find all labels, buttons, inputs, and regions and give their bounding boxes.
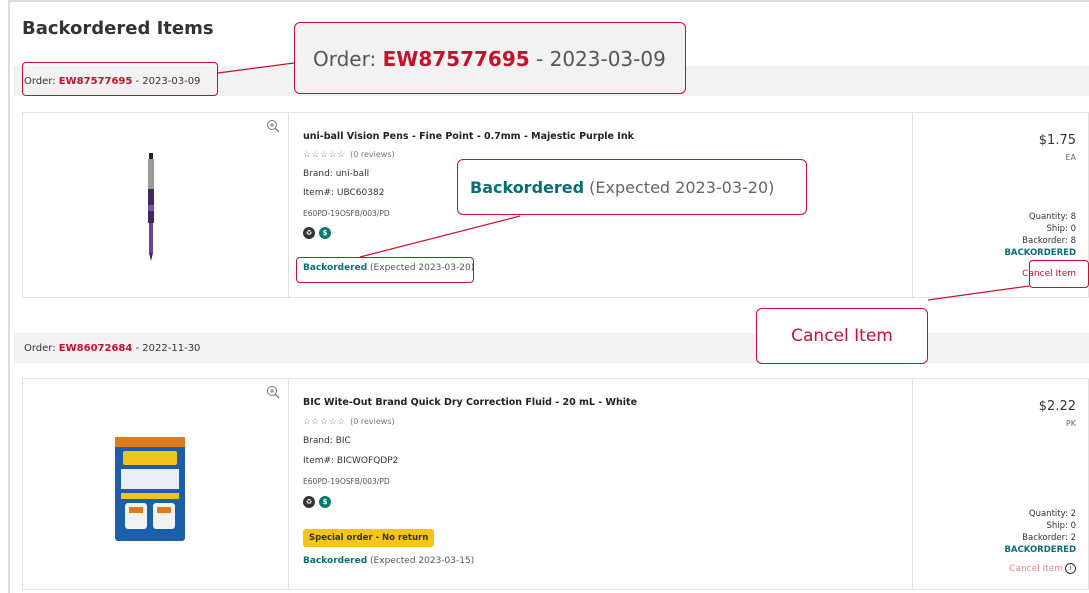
cancel-callout-text: Cancel Item [791,326,893,346]
zoom-icon[interactable] [266,385,280,399]
recycled-icon: ♻ [303,227,315,239]
product-brand: Brand: uni-ball [303,169,370,179]
cancel-item-button[interactable]: Cancel Item i [1009,563,1076,574]
pen-image [148,153,154,261]
product-image-area[interactable] [23,379,289,589]
product-item-number: Item#: BICWOFQDP2 [303,456,399,466]
cancel-highlight-box [1029,260,1089,288]
order-item-card: BIC Wite-Out Brand Quick Dry Correction … [22,378,1089,590]
item-unit: PK [1065,419,1076,428]
item-unit: EA [1065,153,1076,162]
info-icon[interactable]: i [1065,563,1076,574]
status-callout: Backordered (Expected 2023-03-20) [457,159,807,215]
badge-row: ♻ $ [303,496,331,508]
order-date: 2022-11-30 [142,343,201,354]
quantity-summary: Quantity: 2 Ship: 0 Backorder: 2 BACKORD… [1004,509,1076,555]
zoom-icon[interactable] [266,119,280,133]
order-callout: Order: EW87577695 - 2023-03-09 [294,22,686,94]
order-header-text: Order: EW86072684 - 2022-11-30 [24,343,201,354]
product-title[interactable]: BIC Wite-Out Brand Quick Dry Correction … [303,397,637,408]
product-brand: Brand: BIC [303,436,351,446]
product-code: E60PD-19OSFB/003/PD [303,477,390,486]
quantity-summary: Quantity: 8 Ship: 0 Backorder: 8 BACKORD… [1004,212,1076,256]
order-number[interactable]: EW86072684 [59,343,133,354]
product-title[interactable]: uni-ball Vision Pens - Fine Point - 0.7m… [303,131,634,142]
order-highlight-box [22,62,218,96]
review-count: (0 reviews) [350,150,395,159]
rating-stars[interactable]: ☆☆☆☆☆ (0 reviews) [303,417,395,427]
product-image-area[interactable] [23,113,289,297]
wite-out-package-image [115,437,185,541]
item-price: $1.75 [1038,133,1076,148]
page-title: Backordered Items [22,18,214,39]
item-price: $2.22 [1038,399,1076,414]
special-order-badge: Special order - No return [303,529,435,547]
rating-stars[interactable]: ☆☆☆☆☆ (0 reviews) [303,150,395,160]
review-count: (0 reviews) [350,417,395,426]
order-callout-text: Order: EW87577695 - 2023-03-09 [313,47,666,71]
product-code: E60PD-19OSFB/003/PD [303,209,390,218]
cancel-callout: Cancel Item [756,308,928,364]
product-item-number: Item#: UBC60382 [303,188,385,198]
badge-row: ♻ $ [303,227,331,239]
recycled-icon: ♻ [303,496,315,508]
status-highlight-box [296,257,474,283]
status-callout-text: Backordered (Expected 2023-03-20) [470,178,775,197]
dollar-icon: $ [319,227,331,239]
dollar-icon: $ [319,496,331,508]
item-status: Backordered (Expected 2023-03-15) [303,556,475,566]
price-column: $2.22 PK Quantity: 2 Ship: 0 Backorder: … [912,379,1088,589]
